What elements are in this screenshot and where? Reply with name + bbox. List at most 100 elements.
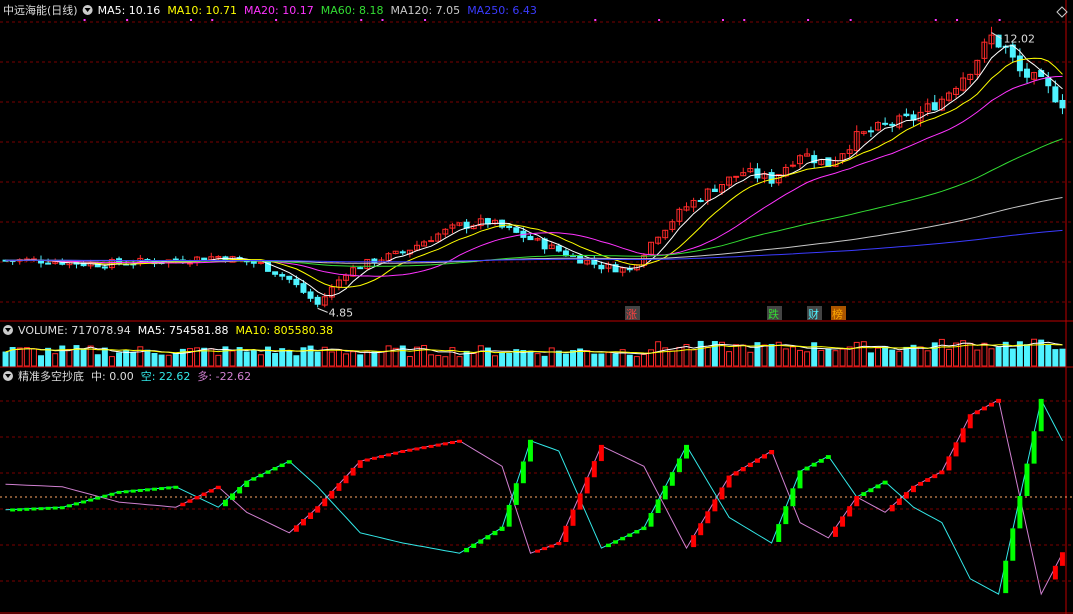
- indicator-bar: [776, 524, 782, 542]
- indicator-bar: [102, 494, 108, 498]
- volume-bar: [832, 350, 839, 367]
- volume-bar: [690, 349, 697, 367]
- volume-bar: [1045, 344, 1052, 367]
- candle-body: [789, 164, 796, 167]
- volume-bar: [257, 354, 264, 367]
- stock-chart[interactable]: 12.02 4.85 涨 跌 财榜 中远海能(日线) MA5: 10.16 MA10: 10…: [0, 0, 1073, 614]
- volume-bar: [492, 355, 498, 367]
- indicator-bar: [379, 455, 384, 459]
- candle-body: [101, 266, 108, 269]
- indicator-bar: [790, 488, 796, 507]
- signal-dot: [934, 19, 937, 21]
- candle-body: [357, 267, 364, 270]
- indicator-bar: [222, 499, 228, 507]
- indicator-bar: [811, 462, 817, 467]
- indicator-bar: [726, 475, 732, 488]
- legend-label-5: MA250: 6.43: [467, 4, 537, 17]
- candle-body: [371, 258, 378, 264]
- volume-bar: [116, 352, 123, 367]
- volume-bar: [66, 348, 73, 367]
- indicator-bar: [251, 477, 257, 481]
- volume-bar: [938, 338, 945, 367]
- volume-bar: [655, 341, 662, 367]
- indicator-bar: [492, 530, 498, 536]
- indicator-bar: [230, 493, 236, 500]
- volume-bar: [818, 349, 825, 367]
- indicator-bar: [691, 535, 697, 548]
- indicator-bar: [705, 511, 711, 524]
- indicator-bar: [591, 461, 597, 478]
- volume-bar: [385, 345, 392, 367]
- indicator-bar: [676, 458, 682, 473]
- indicator-bar: [1003, 560, 1009, 594]
- indicator-bar: [357, 460, 363, 468]
- volume-bar: [30, 348, 37, 367]
- indicator-bar: [407, 448, 413, 452]
- candle-body: [1052, 86, 1059, 103]
- volume-bar: [335, 349, 342, 367]
- volume-bar: [945, 348, 952, 367]
- indicator-bar: [840, 516, 846, 527]
- signal-dot: [189, 19, 192, 21]
- indicator-bar: [747, 462, 753, 468]
- volume-bar: [768, 344, 775, 367]
- volume-bar: [272, 352, 279, 367]
- volume-bar: [293, 355, 300, 367]
- volume-bar: [875, 347, 882, 367]
- indicator-bar: [10, 508, 16, 512]
- main-candles: 12.02 4.85 涨 跌 财榜: [2, 19, 1066, 321]
- volume-bar: [59, 345, 66, 367]
- volume-bar: [903, 346, 910, 367]
- indicator-bar: [371, 456, 377, 460]
- indicator-bar: [1038, 398, 1044, 432]
- event-marker-0: 涨: [626, 308, 637, 321]
- volume-bar: [101, 347, 108, 367]
- candle-body: [257, 261, 264, 264]
- indicator-bar: [570, 509, 576, 526]
- ma-line-120: [5, 197, 1063, 264]
- indicator-bar: [549, 544, 555, 548]
- indicator-bar: [81, 500, 87, 504]
- legend-label-2: MA10: 805580.38: [235, 324, 333, 337]
- indicator-bar: [882, 480, 888, 485]
- volume-bar: [988, 348, 995, 367]
- indicator-bar: [684, 444, 689, 459]
- volume-bar: [406, 356, 413, 367]
- indicator-bar: [123, 490, 129, 494]
- volume-bar: [541, 355, 548, 367]
- volume-bar: [584, 350, 591, 367]
- indicator-bar: [17, 508, 23, 512]
- volume-bar: [889, 349, 896, 367]
- indicator-bar: [669, 472, 675, 486]
- volume-bar: [548, 347, 555, 367]
- indicator-bar: [861, 492, 867, 496]
- candle-body: [1024, 68, 1030, 78]
- signal-dot: [381, 19, 384, 21]
- candle-body: [279, 274, 286, 277]
- candle-body: [307, 291, 314, 299]
- signal-dot: [956, 19, 959, 21]
- indicator-bar: [194, 496, 200, 500]
- indicator-bar: [563, 525, 569, 542]
- indicator-bar: [1017, 496, 1023, 529]
- volume-bar: [605, 352, 612, 367]
- ma-line-5: [5, 45, 1063, 297]
- volume-bar: [853, 341, 860, 367]
- candle-body: [1016, 55, 1023, 72]
- indicator-bar: [960, 428, 966, 443]
- volume-bar: [534, 353, 541, 367]
- indicator-bar: [981, 406, 987, 411]
- indicator-bar: [208, 489, 214, 493]
- indicator-bar: [967, 414, 973, 429]
- volume-bar: [456, 356, 463, 367]
- indicator-bar: [911, 485, 916, 493]
- moving-averages: [5, 45, 1063, 297]
- indicator-bar: [832, 526, 838, 537]
- volume-bar: [896, 350, 903, 367]
- volume-bar: [45, 347, 52, 367]
- candle-body: [300, 283, 307, 293]
- signal-dot: [424, 19, 427, 21]
- volume-bar: [229, 350, 236, 367]
- indicator-bar: [350, 467, 356, 476]
- indicator-bar: [180, 502, 186, 507]
